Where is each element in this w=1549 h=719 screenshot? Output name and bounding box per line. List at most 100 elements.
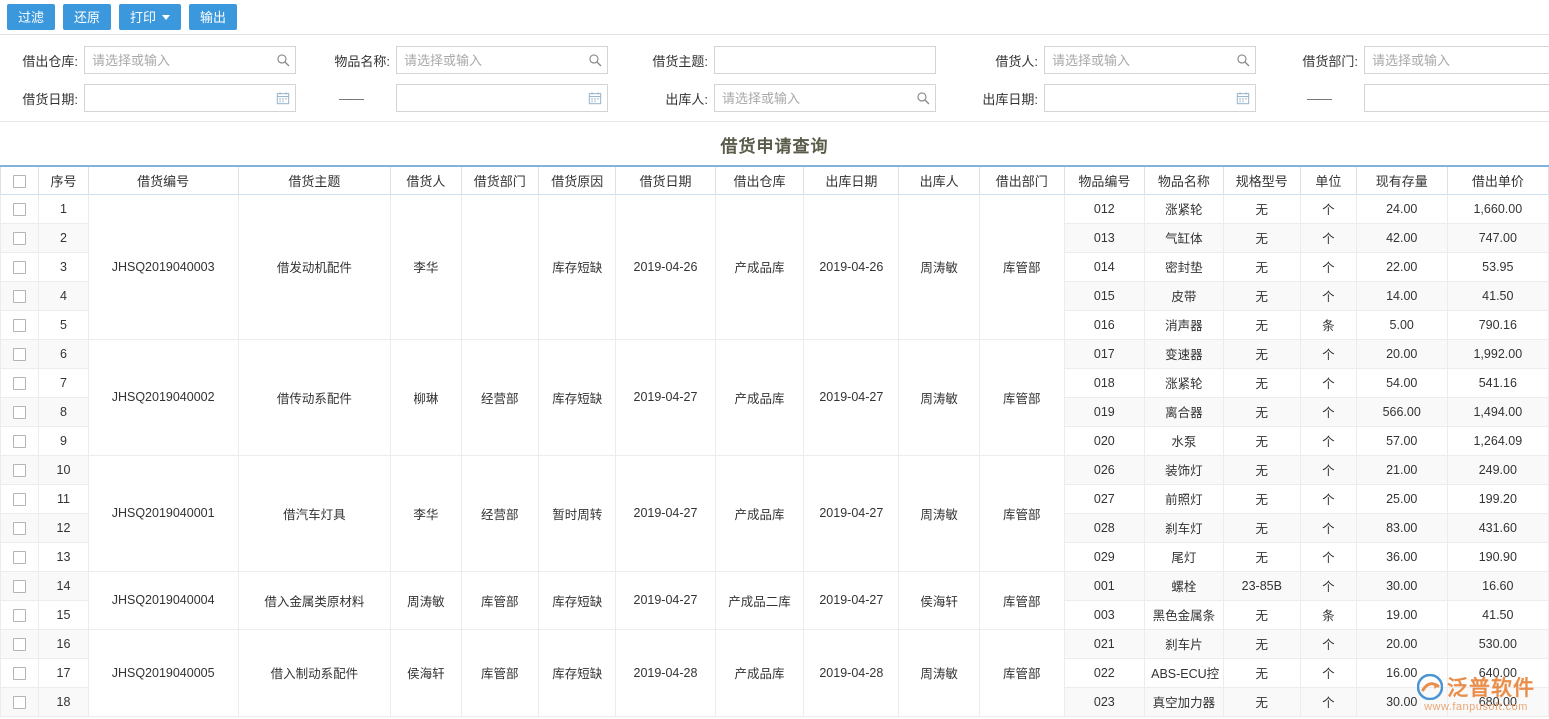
row-checkbox[interactable] — [13, 232, 26, 245]
cell-item-name[interactable]: 黑色金属条 — [1145, 600, 1223, 629]
cell-item-name[interactable]: 真空加力器 — [1145, 687, 1223, 716]
cell-item-name[interactable]: 密封垫 — [1145, 252, 1223, 281]
row-checkbox[interactable] — [13, 261, 26, 274]
row-select-cell[interactable] — [1, 281, 39, 310]
cell-item-name[interactable]: 气缸体 — [1145, 223, 1223, 252]
row-checkbox[interactable] — [13, 377, 26, 390]
row-checkbox[interactable] — [13, 464, 26, 477]
cell-item-code[interactable]: 029 — [1064, 542, 1145, 571]
cell-item-code[interactable]: 027 — [1064, 484, 1145, 513]
row-checkbox[interactable] — [13, 319, 26, 332]
cell-item-code[interactable]: 003 — [1064, 600, 1145, 629]
cell-item-name[interactable]: 刹车灯 — [1145, 513, 1223, 542]
cell-item-code[interactable]: 023 — [1064, 687, 1145, 716]
cell-item-name[interactable]: 消声器 — [1145, 310, 1223, 339]
column-header-17[interactable]: 借出单价 — [1447, 166, 1548, 194]
column-header-7[interactable]: 借货日期 — [616, 166, 715, 194]
restore-button[interactable]: 还原 — [63, 4, 111, 30]
cell-item-code[interactable]: 015 — [1064, 281, 1145, 310]
row-checkbox[interactable] — [13, 580, 26, 593]
cell-warehouse[interactable]: 产成品库 — [715, 194, 804, 339]
row-select-cell[interactable] — [1, 252, 39, 281]
filter-input-row2-1[interactable] — [396, 84, 608, 112]
row-checkbox[interactable] — [13, 435, 26, 448]
cell-item-name[interactable]: 尾灯 — [1145, 542, 1223, 571]
column-header-13[interactable]: 物品名称 — [1145, 166, 1223, 194]
row-select-cell[interactable] — [1, 629, 39, 658]
row-select-cell[interactable] — [1, 397, 39, 426]
row-select-cell[interactable] — [1, 368, 39, 397]
column-header-6[interactable]: 借货原因 — [538, 166, 615, 194]
cell-borrow-code[interactable]: JHSQ2019040002 — [88, 339, 238, 455]
cell-item-name[interactable]: 离合器 — [1145, 397, 1223, 426]
filter-input-row1-2[interactable] — [714, 46, 936, 74]
select-all-checkbox[interactable] — [13, 175, 26, 188]
cell-item-name[interactable]: ABS-ECU控 — [1145, 658, 1223, 687]
row-select-cell[interactable] — [1, 455, 39, 484]
column-header-16[interactable]: 现有存量 — [1356, 166, 1447, 194]
row-select-cell[interactable] — [1, 310, 39, 339]
cell-item-code[interactable]: 021 — [1064, 629, 1145, 658]
filter-input-row1-3[interactable] — [1044, 46, 1256, 74]
table-row[interactable]: 16JHSQ2019040005借入制动系配件侯海轩库管部库存短缺2019-04… — [1, 629, 1549, 658]
cell-item-code[interactable]: 016 — [1064, 310, 1145, 339]
filter-input-row1-4[interactable] — [1364, 46, 1549, 74]
column-header-9[interactable]: 出库日期 — [804, 166, 899, 194]
cell-item-name[interactable]: 涨紧轮 — [1145, 368, 1223, 397]
export-button[interactable]: 输出 — [189, 4, 237, 30]
cell-borrow-subject[interactable]: 借入金属类原材料 — [238, 571, 391, 629]
cell-item-code[interactable]: 019 — [1064, 397, 1145, 426]
row-checkbox[interactable] — [13, 696, 26, 709]
cell-out-person[interactable]: 侯海轩 — [899, 571, 980, 629]
row-checkbox[interactable] — [13, 406, 26, 419]
column-header-2[interactable]: 借货编号 — [88, 166, 238, 194]
cell-warehouse[interactable]: 产成品库 — [715, 455, 804, 571]
cell-out-person[interactable]: 周涛敏 — [899, 194, 980, 339]
column-header-3[interactable]: 借货主题 — [238, 166, 391, 194]
cell-borrow-subject[interactable]: 借入制动系配件 — [238, 629, 391, 716]
cell-item-code[interactable]: 022 — [1064, 658, 1145, 687]
cell-item-code[interactable]: 013 — [1064, 223, 1145, 252]
cell-item-name[interactable]: 水泵 — [1145, 426, 1223, 455]
row-select-cell[interactable] — [1, 571, 39, 600]
cell-item-code[interactable]: 017 — [1064, 339, 1145, 368]
column-header-4[interactable]: 借货人 — [391, 166, 461, 194]
table-row[interactable]: 1JHSQ2019040003借发动机配件李华库存短缺2019-04-26产成品… — [1, 194, 1549, 223]
row-checkbox[interactable] — [13, 667, 26, 680]
cell-item-code[interactable]: 028 — [1064, 513, 1145, 542]
cell-item-name[interactable]: 螺栓 — [1145, 571, 1223, 600]
cell-borrow-code[interactable]: JHSQ2019040004 — [88, 571, 238, 629]
cell-item-name[interactable]: 装饰灯 — [1145, 455, 1223, 484]
row-select-cell[interactable] — [1, 600, 39, 629]
cell-item-name[interactable]: 变速器 — [1145, 339, 1223, 368]
filter-input-row2-4[interactable] — [1364, 84, 1549, 112]
row-checkbox[interactable] — [13, 290, 26, 303]
column-header-5[interactable]: 借货部门 — [461, 166, 538, 194]
column-header-15[interactable]: 单位 — [1301, 166, 1357, 194]
cell-borrow-code[interactable]: JHSQ2019040005 — [88, 629, 238, 716]
row-checkbox[interactable] — [13, 638, 26, 651]
column-header-14[interactable]: 规格型号 — [1223, 166, 1300, 194]
cell-item-code[interactable]: 014 — [1064, 252, 1145, 281]
filter-input-row2-0[interactable] — [84, 84, 296, 112]
table-row[interactable]: 10JHSQ2019040001借汽车灯具李华经营部暂时周转2019-04-27… — [1, 455, 1549, 484]
table-row[interactable]: 14JHSQ2019040004借入金属类原材料周涛敏库管部库存短缺2019-0… — [1, 571, 1549, 600]
row-select-cell[interactable] — [1, 513, 39, 542]
cell-out-person[interactable]: 周涛敏 — [899, 629, 980, 716]
filter-input-row2-3[interactable] — [1044, 84, 1256, 112]
row-select-cell[interactable] — [1, 542, 39, 571]
row-checkbox[interactable] — [13, 522, 26, 535]
cell-warehouse[interactable]: 产成品二库 — [715, 571, 804, 629]
cell-item-code[interactable]: 026 — [1064, 455, 1145, 484]
cell-item-name[interactable]: 涨紧轮 — [1145, 194, 1223, 223]
column-header-1[interactable]: 序号 — [39, 166, 89, 194]
row-select-cell[interactable] — [1, 223, 39, 252]
column-header-12[interactable]: 物品编号 — [1064, 166, 1145, 194]
cell-borrow-subject[interactable]: 借汽车灯具 — [238, 455, 391, 571]
row-select-cell[interactable] — [1, 426, 39, 455]
filter-input-row2-2[interactable] — [714, 84, 936, 112]
cell-out-person[interactable]: 周涛敏 — [899, 339, 980, 455]
cell-warehouse[interactable]: 产成品库 — [715, 339, 804, 455]
row-checkbox[interactable] — [13, 609, 26, 622]
row-select-cell[interactable] — [1, 484, 39, 513]
